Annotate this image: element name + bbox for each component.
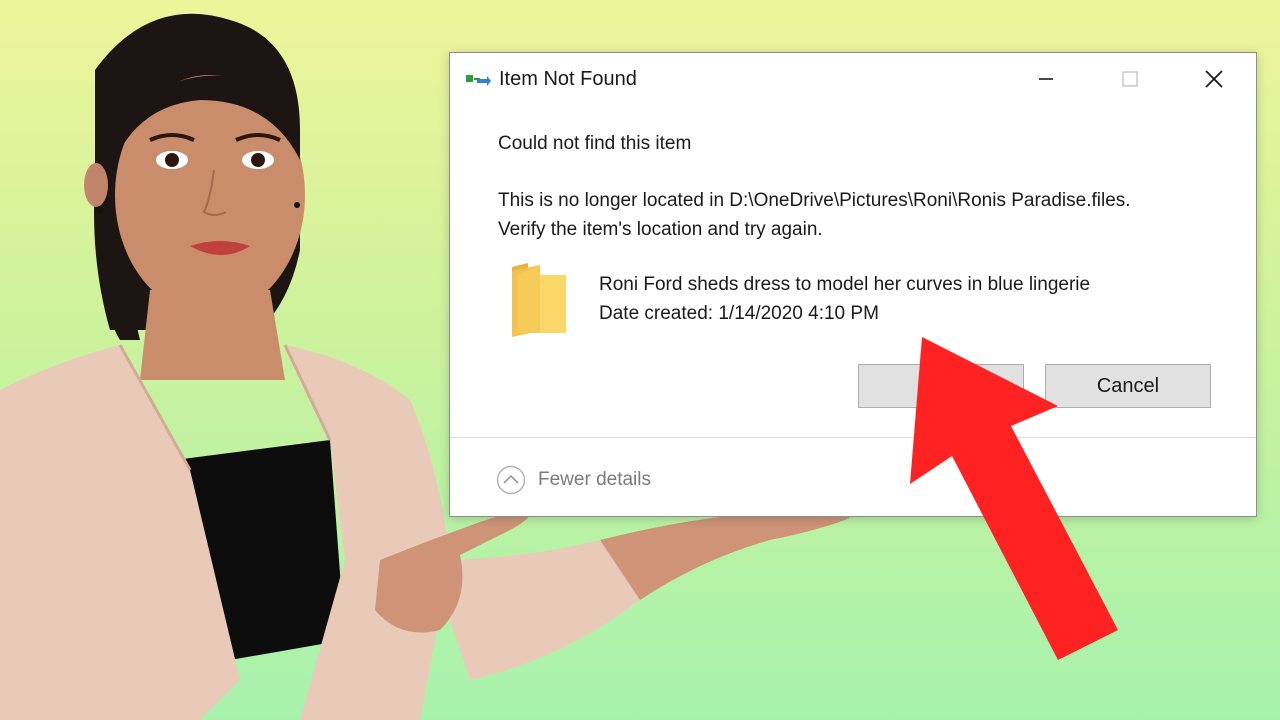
cancel-button[interactable]: Cancel [1045,364,1211,408]
fewer-details-label: Fewer details [538,469,651,490]
item-date-created: Date created: 1/14/2020 4:10 PM [599,303,879,324]
try-again-button[interactable]: Try [858,364,1024,408]
message-instruction: Verify the item's location and try again… [498,219,823,240]
dialog-titlebar[interactable]: Item Not Found [450,53,1256,107]
item-name: Roni Ford sheds dress to model her curve… [599,274,1091,295]
fewer-details-toggle[interactable]: Fewer details [496,463,651,497]
message-location: This is no longer located in D:\OneDrive… [498,190,1131,211]
minimize-button[interactable] [1016,61,1076,97]
maximize-button [1100,61,1160,97]
dialog-heading: Could not find this item [498,133,692,154]
file-move-icon [466,75,491,86]
folder-icon [512,263,566,337]
close-icon [1205,70,1223,88]
chevron-up-circle-icon [496,465,526,495]
divider [450,437,1256,438]
minimize-icon [1039,78,1053,80]
dialog-title: Item Not Found [499,68,637,90]
close-button[interactable] [1184,61,1244,97]
jacket [0,345,240,720]
item-not-found-dialog: Item Not Found Could not find this item … [449,52,1257,517]
open-hand [600,511,850,600]
maximize-icon [1122,71,1138,87]
